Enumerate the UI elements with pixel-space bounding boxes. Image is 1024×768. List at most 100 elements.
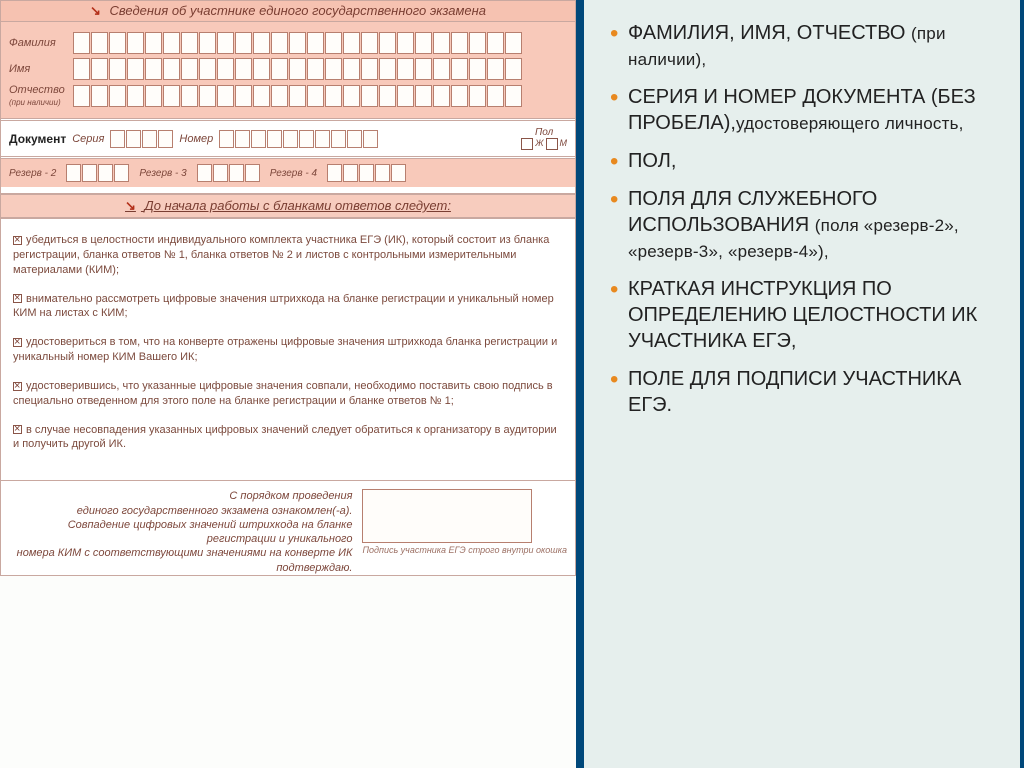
input-cell[interactable] (158, 130, 173, 148)
input-cell[interactable] (271, 85, 288, 107)
input-cell[interactable] (487, 58, 504, 80)
input-cell[interactable] (469, 85, 486, 107)
input-cell[interactable] (82, 164, 97, 182)
cells-name[interactable] (73, 58, 522, 80)
input-cell[interactable] (73, 32, 90, 54)
cells-r2[interactable] (66, 164, 129, 182)
checkbox-male[interactable] (546, 138, 558, 150)
input-cell[interactable] (375, 164, 390, 182)
input-cell[interactable] (361, 32, 378, 54)
input-cell[interactable] (199, 32, 216, 54)
input-cell[interactable] (235, 32, 252, 54)
input-cell[interactable] (343, 164, 358, 182)
input-cell[interactable] (199, 85, 216, 107)
input-cell[interactable] (253, 32, 270, 54)
input-cell[interactable] (379, 32, 396, 54)
input-cell[interactable] (487, 32, 504, 54)
input-cell[interactable] (343, 32, 360, 54)
input-cell[interactable] (327, 164, 342, 182)
input-cell[interactable] (127, 85, 144, 107)
input-cell[interactable] (397, 85, 414, 107)
input-cell[interactable] (217, 85, 234, 107)
input-cell[interactable] (289, 32, 306, 54)
input-cell[interactable] (361, 85, 378, 107)
cells-patronymic[interactable] (73, 85, 522, 107)
input-cell[interactable] (347, 130, 362, 148)
input-cell[interactable] (109, 58, 126, 80)
input-cell[interactable] (315, 130, 330, 148)
input-cell[interactable] (505, 32, 522, 54)
input-cell[interactable] (253, 85, 270, 107)
input-cell[interactable] (267, 130, 282, 148)
input-cell[interactable] (363, 130, 378, 148)
input-cell[interactable] (109, 32, 126, 54)
input-cell[interactable] (245, 164, 260, 182)
input-cell[interactable] (325, 85, 342, 107)
input-cell[interactable] (98, 164, 113, 182)
input-cell[interactable] (433, 58, 450, 80)
input-cell[interactable] (359, 164, 374, 182)
input-cell[interactable] (235, 130, 250, 148)
input-cell[interactable] (91, 85, 108, 107)
cells-surname[interactable] (73, 32, 522, 54)
input-cell[interactable] (199, 58, 216, 80)
input-cell[interactable] (415, 85, 432, 107)
input-cell[interactable] (145, 32, 162, 54)
input-cell[interactable] (283, 130, 298, 148)
input-cell[interactable] (397, 58, 414, 80)
input-cell[interactable] (325, 32, 342, 54)
input-cell[interactable] (331, 130, 346, 148)
input-cell[interactable] (433, 32, 450, 54)
input-cell[interactable] (391, 164, 406, 182)
input-cell[interactable] (415, 32, 432, 54)
input-cell[interactable] (487, 85, 504, 107)
input-cell[interactable] (505, 58, 522, 80)
input-cell[interactable] (127, 58, 144, 80)
input-cell[interactable] (299, 130, 314, 148)
input-cell[interactable] (66, 164, 81, 182)
input-cell[interactable] (469, 32, 486, 54)
input-cell[interactable] (361, 58, 378, 80)
input-cell[interactable] (73, 85, 90, 107)
input-cell[interactable] (109, 85, 126, 107)
input-cell[interactable] (289, 85, 306, 107)
input-cell[interactable] (181, 85, 198, 107)
cells-series[interactable] (110, 130, 173, 148)
input-cell[interactable] (163, 58, 180, 80)
input-cell[interactable] (145, 85, 162, 107)
input-cell[interactable] (235, 58, 252, 80)
input-cell[interactable] (163, 32, 180, 54)
input-cell[interactable] (127, 32, 144, 54)
input-cell[interactable] (343, 85, 360, 107)
input-cell[interactable] (451, 58, 468, 80)
input-cell[interactable] (253, 58, 270, 80)
input-cell[interactable] (110, 130, 125, 148)
input-cell[interactable] (126, 130, 141, 148)
input-cell[interactable] (271, 32, 288, 54)
input-cell[interactable] (217, 58, 234, 80)
input-cell[interactable] (142, 130, 157, 148)
input-cell[interactable] (505, 85, 522, 107)
input-cell[interactable] (219, 130, 234, 148)
signature-box[interactable] (362, 489, 532, 543)
input-cell[interactable] (307, 85, 324, 107)
input-cell[interactable] (73, 58, 90, 80)
input-cell[interactable] (307, 58, 324, 80)
input-cell[interactable] (114, 164, 129, 182)
input-cell[interactable] (379, 85, 396, 107)
input-cell[interactable] (213, 164, 228, 182)
cells-r4[interactable] (327, 164, 406, 182)
input-cell[interactable] (379, 58, 396, 80)
input-cell[interactable] (229, 164, 244, 182)
input-cell[interactable] (251, 130, 266, 148)
input-cell[interactable] (433, 85, 450, 107)
input-cell[interactable] (415, 58, 432, 80)
input-cell[interactable] (163, 85, 180, 107)
cells-r3[interactable] (197, 164, 260, 182)
input-cell[interactable] (145, 58, 162, 80)
input-cell[interactable] (307, 32, 324, 54)
input-cell[interactable] (271, 58, 288, 80)
input-cell[interactable] (217, 32, 234, 54)
input-cell[interactable] (343, 58, 360, 80)
input-cell[interactable] (469, 58, 486, 80)
